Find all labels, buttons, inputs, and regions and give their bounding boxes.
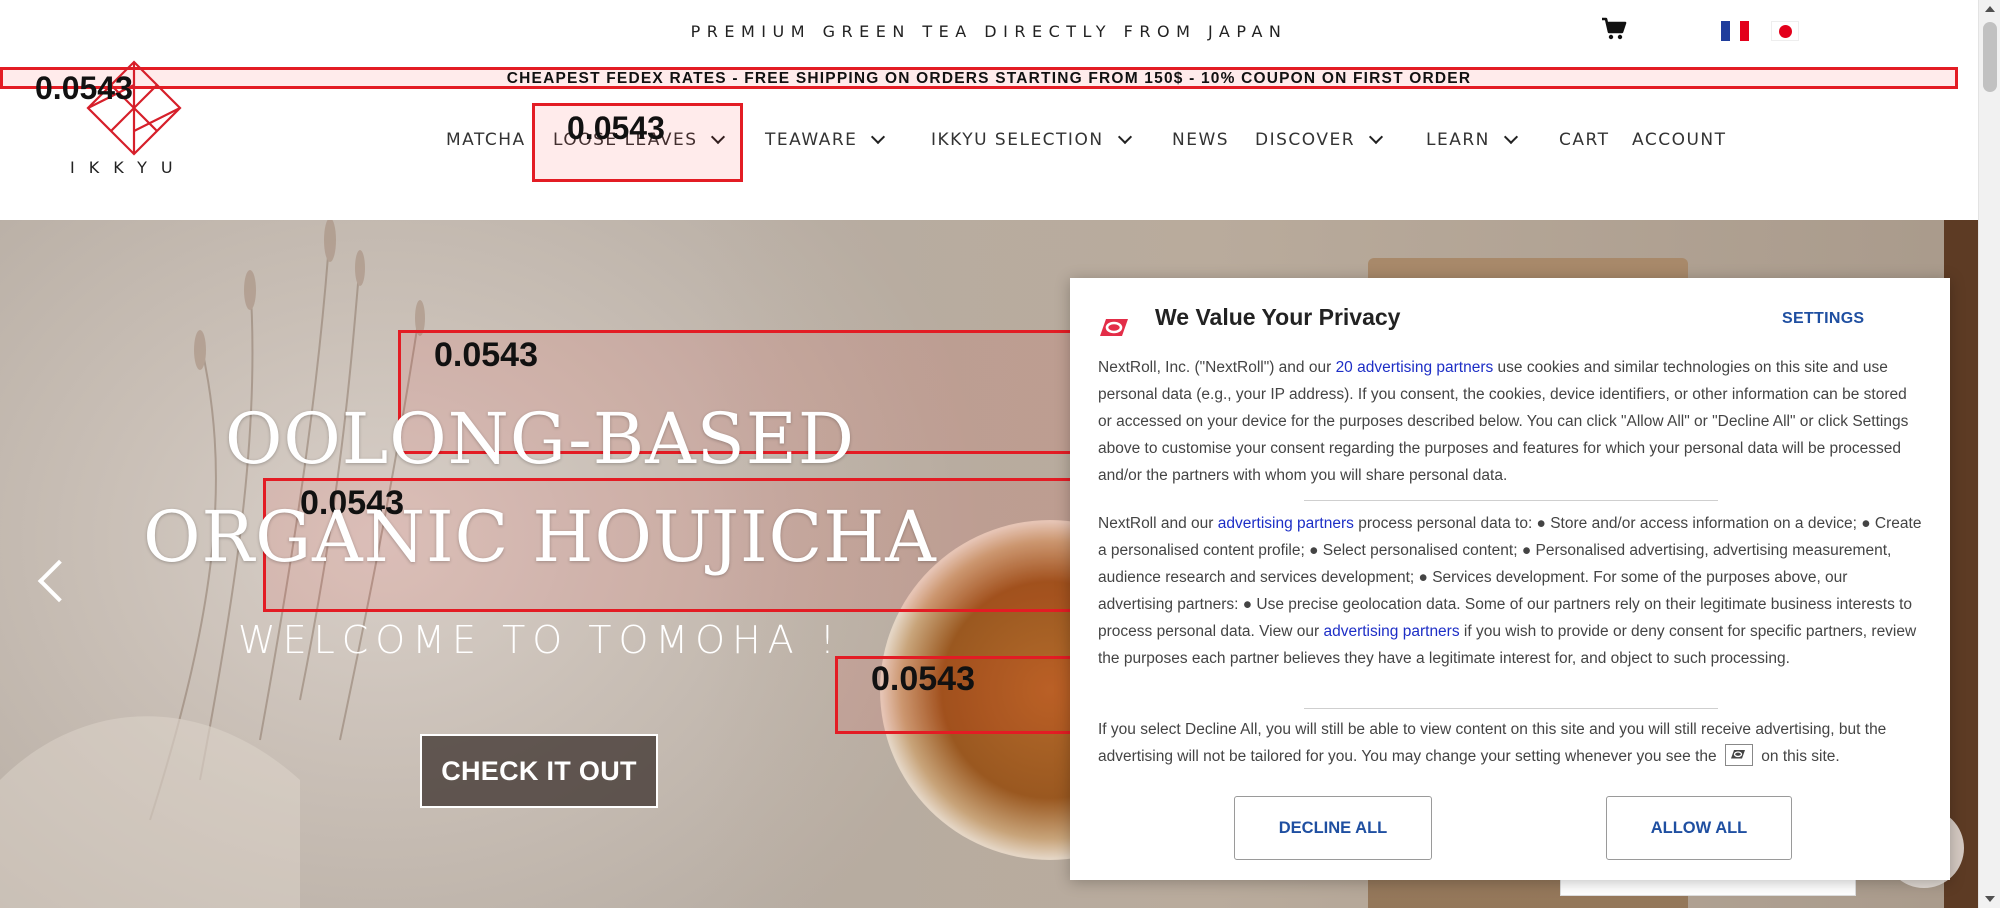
nav-item-label: DISCOVER <box>1255 130 1356 150</box>
nav-item-learn[interactable]: LEARN <box>1426 129 1518 150</box>
scrollbar-thumb[interactable] <box>1983 22 1997 92</box>
highlight-score-label: 0.0543 <box>35 70 133 106</box>
scroll-up-icon[interactable] <box>1985 6 1995 12</box>
consent-paragraph-2: NextRoll and our advertising partners pr… <box>1098 510 1924 672</box>
nav-item-label: MATCHA <box>446 130 526 150</box>
check-it-out-button[interactable]: CHECK IT OUT <box>420 734 658 808</box>
nav-item-account[interactable]: ACCOUNT <box>1632 130 1727 150</box>
nav-item-label: NEWS <box>1172 130 1230 150</box>
nav-item-label: LEARN <box>1426 130 1490 150</box>
chevron-down-icon <box>1503 129 1518 145</box>
consent-title: We Value Your Privacy <box>1155 304 1401 330</box>
divider <box>1304 500 1718 501</box>
flag-fr-icon[interactable] <box>1721 21 1749 41</box>
consent-paragraph-1: NextRoll, Inc. ("NextRoll") and our 20 a… <box>1098 354 1924 489</box>
tagline: PREMIUM GREEN TEA DIRECTLY FROM JAPAN <box>690 22 1288 41</box>
consent-text: NextRoll, Inc. ("NextRoll") and our <box>1098 359 1336 376</box>
highlight-score-label: 0.0543 <box>567 110 665 146</box>
flag-jp-icon[interactable] <box>1771 21 1799 41</box>
decline-all-button[interactable]: DECLINE ALL <box>1234 796 1432 860</box>
hero-subtitle: WELCOME TO TOMOHA ! <box>238 618 842 662</box>
scroll-down-icon[interactable] <box>1985 896 1995 902</box>
page-scrollbar[interactable] <box>1978 0 2000 908</box>
consent-text: NextRoll and our <box>1098 515 1218 532</box>
consent-text: on this site. <box>1756 748 1840 765</box>
shipping-banner: CHEAPEST FEDEX RATES - FREE SHIPPING ON … <box>506 70 1472 87</box>
nav-item-teaware[interactable]: TEAWARE <box>765 129 886 150</box>
highlight-score-label: 0.0543 <box>434 336 538 374</box>
chevron-down-icon <box>871 129 886 145</box>
privacy-consent-dialog: We Value Your Privacy SETTINGS NextRoll,… <box>1070 278 1950 880</box>
consent-text: use cookies and similar technologies on … <box>1098 359 1909 484</box>
consent-paragraph-3: If you select Decline All, you will stil… <box>1098 716 1924 770</box>
highlight-score-label: 0.0543 <box>871 660 975 698</box>
nav-item-label: TEAWARE <box>765 130 858 150</box>
nav-item-label: CART <box>1559 130 1610 150</box>
nav-item-ikkyu-selection[interactable]: IKKYU SELECTION <box>931 129 1132 150</box>
allow-all-button[interactable]: ALLOW ALL <box>1606 796 1792 860</box>
cart-icon[interactable] <box>1601 16 1627 42</box>
hero-title-line2: ORGANIC HOUJICHA <box>143 496 937 578</box>
chevron-down-icon <box>1368 129 1384 145</box>
consent-settings-link[interactable]: SETTINGS <box>1782 310 1864 328</box>
top-bar: PREMIUM GREEN TEA DIRECTLY FROM JAPAN <box>0 0 1978 62</box>
nav-item-label: ACCOUNT <box>1632 130 1727 150</box>
divider <box>1304 708 1718 709</box>
nav-item-news[interactable]: NEWS <box>1172 130 1229 150</box>
logo-text: IKKYU <box>70 158 187 177</box>
nav-item-discover[interactable]: DISCOVER <box>1255 129 1384 150</box>
page: PREMIUM GREEN TEA DIRECTLY FROM JAPAN CH… <box>0 0 2000 908</box>
nav-item-matcha[interactable]: MATCHA <box>446 130 526 150</box>
advertising-partners-link[interactable]: 20 advertising partners <box>1336 359 1494 376</box>
advertising-partners-link[interactable]: advertising partners <box>1218 515 1354 532</box>
nextroll-settings-icon[interactable] <box>1724 744 1753 766</box>
hero-title-line1: OOLONG-BASED <box>225 398 855 480</box>
nav-item-cart[interactable]: CART <box>1559 130 1609 150</box>
consent-text: process personal data to: ● Store and/or… <box>1098 515 1922 640</box>
advertising-partners-link[interactable]: advertising partners <box>1323 623 1459 640</box>
chevron-down-icon <box>1117 129 1132 145</box>
nav-item-label: IKKYU SELECTION <box>931 130 1104 150</box>
nextroll-logo-icon <box>1100 319 1128 336</box>
